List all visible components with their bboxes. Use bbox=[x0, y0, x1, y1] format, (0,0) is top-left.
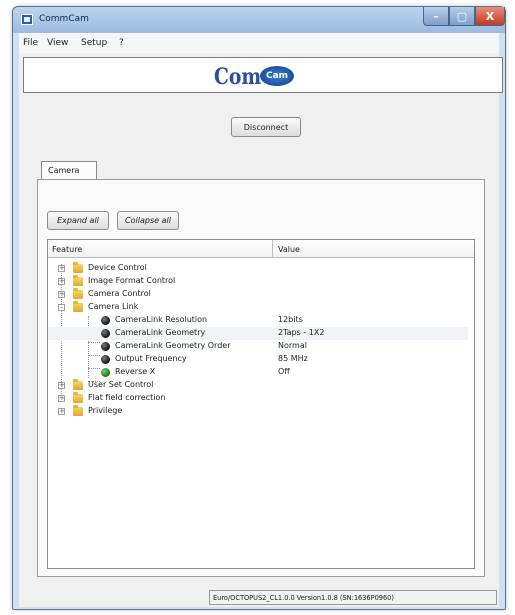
collapse-icon[interactable]: – bbox=[58, 304, 65, 311]
tree-row-label: Privilege bbox=[88, 406, 123, 415]
expand-icon[interactable]: + bbox=[58, 291, 65, 298]
app-icon bbox=[21, 14, 33, 25]
folder-open-icon bbox=[73, 301, 83, 312]
tree-row-value[interactable]: 12bits bbox=[278, 315, 303, 324]
parameter-icon bbox=[101, 355, 110, 364]
disconnect-button[interactable]: Disconnect bbox=[231, 117, 301, 137]
collapse-all-button[interactable]: Collapse all bbox=[117, 211, 179, 230]
close-button[interactable]: X bbox=[475, 7, 505, 26]
expand-icon[interactable]: + bbox=[58, 408, 65, 415]
menu-setup[interactable]: Setup bbox=[81, 38, 107, 48]
tree-row-image-format-control[interactable]: + Image Format Control bbox=[48, 275, 468, 288]
tree-row-label: Camera Link bbox=[88, 302, 139, 311]
logo-banner: Com Cam bbox=[23, 57, 503, 93]
folder-icon bbox=[73, 262, 83, 273]
tree-header: Feature Value bbox=[48, 240, 474, 258]
title-bar[interactable]: CommCam – ▢ X bbox=[13, 7, 505, 33]
window-title: CommCam bbox=[39, 14, 89, 24]
status-bar: Euro/OCTOPUS2_CL1.0.0 Version1.0.8 (SN:1… bbox=[209, 590, 497, 605]
menu-view[interactable]: View bbox=[47, 38, 68, 48]
logo-badge: Cam bbox=[260, 66, 294, 86]
tree-row-value[interactable]: Normal bbox=[278, 341, 307, 350]
tree-row-label: Output Frequency bbox=[115, 354, 187, 363]
column-divider[interactable] bbox=[272, 240, 273, 258]
tree-row-label: CameraLink Geometry bbox=[115, 328, 206, 337]
column-feature-header[interactable]: Feature bbox=[52, 245, 82, 254]
tree-row-reverse-x[interactable]: Reverse X Off bbox=[48, 366, 468, 379]
parameter-icon bbox=[101, 329, 110, 338]
folder-icon bbox=[73, 405, 83, 416]
tree-row-flat-field-correction[interactable]: + Flat field correction bbox=[48, 392, 468, 405]
folder-icon bbox=[73, 379, 83, 390]
folder-icon bbox=[73, 275, 83, 286]
parameter-icon bbox=[101, 342, 110, 351]
client-area: File View Setup ? Com Cam Disconnect Cam… bbox=[19, 33, 503, 607]
expand-icon[interactable]: + bbox=[58, 265, 65, 272]
tree-row-value[interactable]: 2Taps - 1X2 bbox=[278, 328, 324, 337]
tree-row-label: User Set Control bbox=[88, 380, 154, 389]
parameter-icon bbox=[101, 316, 110, 325]
tree-row-label: Device Control bbox=[88, 263, 147, 272]
tree-row-cameralink-geometry-order[interactable]: CameraLink Geometry Order Normal bbox=[48, 340, 468, 353]
tree-row-label: Image Format Control bbox=[88, 276, 176, 285]
tree-row-output-frequency[interactable]: Output Frequency 85 MHz bbox=[48, 353, 468, 366]
parameter-green-icon bbox=[101, 368, 110, 377]
expand-all-button[interactable]: Expand all bbox=[47, 211, 109, 230]
menu-file[interactable]: File bbox=[23, 38, 38, 48]
tree-row-user-set-control[interactable]: + User Set Control bbox=[48, 379, 468, 392]
menu-bar: File View Setup ? bbox=[19, 33, 499, 53]
expand-icon[interactable]: + bbox=[58, 382, 65, 389]
tree-row-label: CameraLink Geometry Order bbox=[115, 341, 231, 350]
tree-row-device-control[interactable]: + Device Control bbox=[48, 262, 468, 275]
folder-icon bbox=[73, 392, 83, 403]
feature-tree[interactable]: Feature Value + Device Control + Image F… bbox=[47, 239, 475, 569]
logo-text: Com bbox=[214, 64, 262, 90]
tree-row-camera-control[interactable]: + Camera Control bbox=[48, 288, 468, 301]
tree-row-value[interactable]: 85 MHz bbox=[278, 354, 308, 363]
tree-row-cameralink-resolution[interactable]: CameraLink Resolution 12bits bbox=[48, 314, 468, 327]
tree-row-camera-link[interactable]: – Camera Link bbox=[48, 301, 468, 314]
tree-row-label: Reverse X bbox=[115, 367, 156, 376]
tree-row-label: Camera Control bbox=[88, 289, 151, 298]
tab-camera[interactable]: Camera bbox=[41, 161, 97, 180]
expand-icon[interactable]: + bbox=[58, 395, 65, 402]
tree-row-value[interactable]: Off bbox=[278, 367, 290, 376]
tree-row-privilege[interactable]: + Privilege bbox=[48, 405, 468, 418]
expand-icon[interactable]: + bbox=[58, 278, 65, 285]
menu-help[interactable]: ? bbox=[119, 38, 124, 48]
folder-icon bbox=[73, 288, 83, 299]
minimize-button[interactable]: – bbox=[423, 7, 449, 26]
tree-row-label: CameraLink Resolution bbox=[115, 315, 208, 324]
application-window: CommCam – ▢ X File View Setup ? Com Cam … bbox=[12, 6, 506, 610]
maximize-button[interactable]: ▢ bbox=[449, 7, 475, 26]
tree-row-label: Flat field correction bbox=[88, 393, 166, 402]
tree-row-cameralink-geometry[interactable]: CameraLink Geometry 2Taps - 1X2 bbox=[48, 327, 468, 340]
column-value-header[interactable]: Value bbox=[278, 245, 300, 254]
